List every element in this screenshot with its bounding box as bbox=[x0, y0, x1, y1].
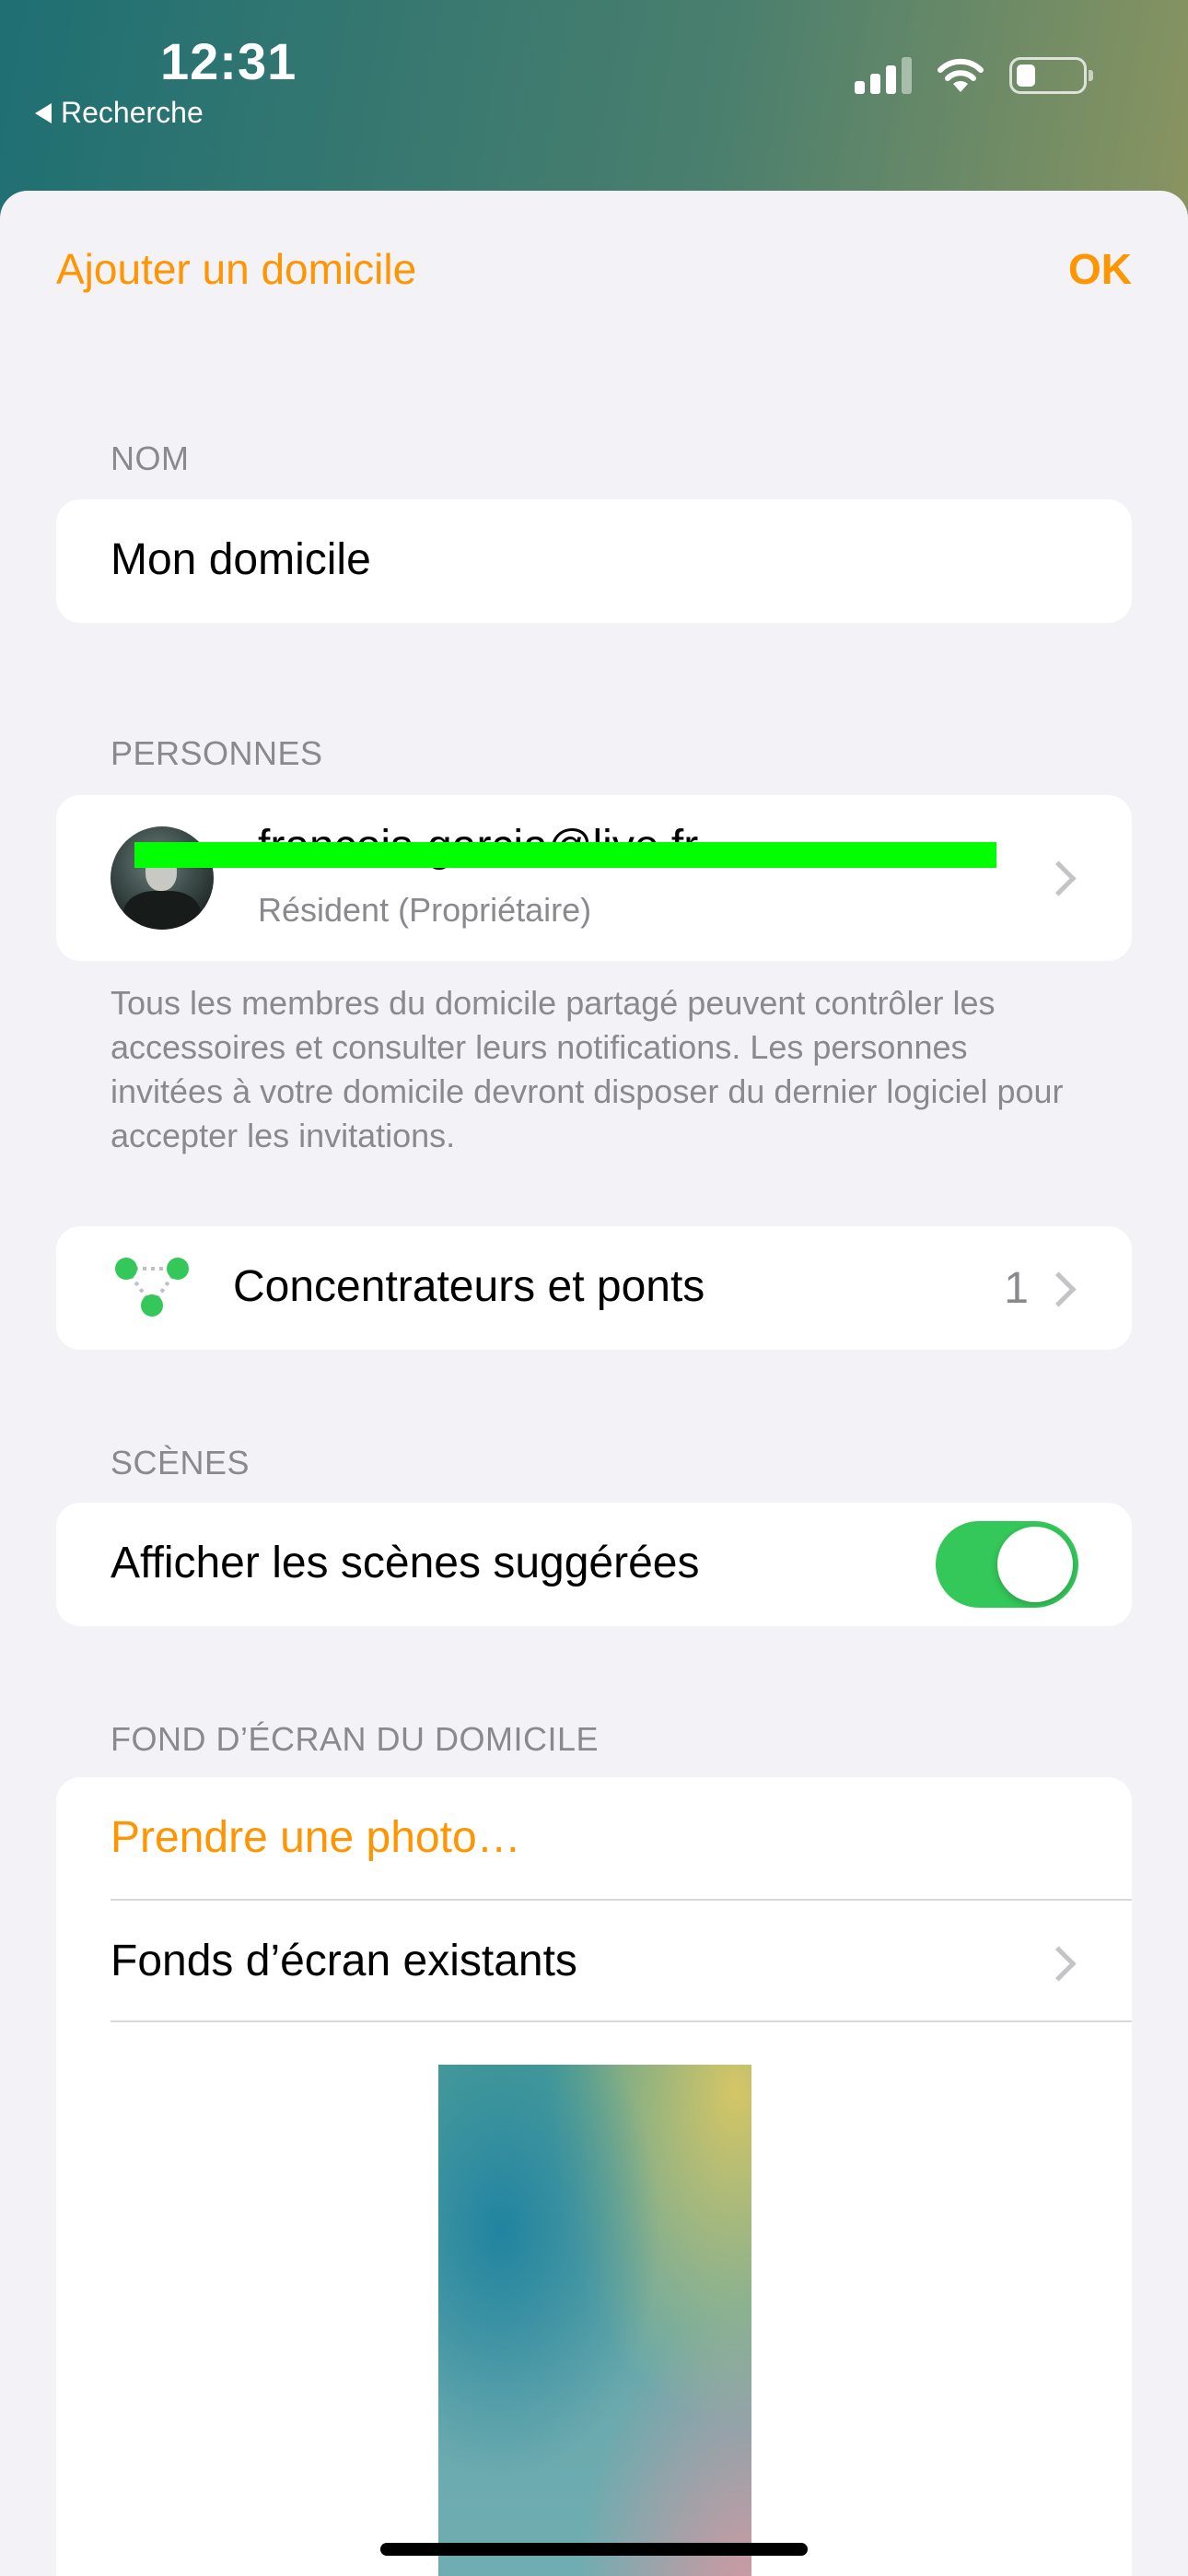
back-label: Recherche bbox=[61, 96, 204, 129]
existing-wallpapers-row[interactable]: Fonds d’écran existants bbox=[56, 1901, 1132, 2020]
redaction-bar bbox=[134, 842, 996, 868]
wallpaper-preview[interactable] bbox=[438, 2065, 751, 2576]
battery-icon bbox=[1009, 57, 1093, 94]
hubs-and-bridges-row[interactable]: Concentrateurs et ponts 1 bbox=[56, 1226, 1132, 1350]
suggested-scenes-label: Afficher les scènes suggérées bbox=[111, 1539, 700, 1587]
scenes-card: Afficher les scènes suggérées bbox=[56, 1503, 1132, 1626]
wallpaper-card: Prendre une photo… Fonds d’écran existan… bbox=[56, 1777, 1132, 2576]
home-indicator bbox=[380, 2543, 808, 2556]
people-section-header: PERSONNES bbox=[111, 734, 323, 772]
chevron-right-icon bbox=[1041, 1271, 1077, 1307]
person-role: Résident (Propriétaire) bbox=[258, 891, 592, 929]
name-section-header: NOM bbox=[111, 439, 190, 477]
back-arrow-icon bbox=[35, 102, 52, 123]
scenes-section-header: SCÈNES bbox=[111, 1444, 250, 1481]
take-photo-button[interactable]: Prendre une photo… bbox=[111, 1812, 521, 1863]
wifi-icon bbox=[938, 58, 984, 92]
home-name-field[interactable]: Mon domicile bbox=[111, 534, 371, 585]
person-row[interactable]: francois-garcia@live.fr Résident (Propri… bbox=[56, 795, 1132, 961]
hub-network-icon bbox=[115, 1258, 189, 1317]
hubs-label: Concentrateurs et ponts bbox=[233, 1262, 705, 1311]
cancel-add-home-button[interactable]: Ajouter un domicile bbox=[56, 244, 416, 294]
wallpaper-section-header: FOND D’ÉCRAN DU DOMICILE bbox=[111, 1720, 600, 1758]
status-time: 12:31 bbox=[160, 32, 297, 90]
existing-wallpapers-label: Fonds d’écran existants bbox=[111, 1937, 577, 1985]
cellular-signal-icon bbox=[855, 57, 912, 94]
chevron-right-icon bbox=[1041, 861, 1077, 896]
suggested-scenes-toggle[interactable] bbox=[936, 1521, 1078, 1608]
back-to-search-button[interactable]: Recherche bbox=[35, 96, 204, 130]
people-footer-text: Tous les membres du domicile partagé peu… bbox=[111, 984, 1064, 1154]
separator bbox=[111, 2020, 1132, 2022]
status-icons bbox=[855, 57, 1093, 94]
hubs-count: 1 bbox=[1004, 1264, 1029, 1313]
name-card: Mon domicile bbox=[56, 499, 1132, 623]
chevron-right-icon bbox=[1041, 1946, 1077, 1982]
ok-button[interactable]: OK bbox=[1068, 244, 1132, 294]
add-home-sheet: Ajouter un domicile OK NOM Mon domicile … bbox=[0, 191, 1188, 2576]
